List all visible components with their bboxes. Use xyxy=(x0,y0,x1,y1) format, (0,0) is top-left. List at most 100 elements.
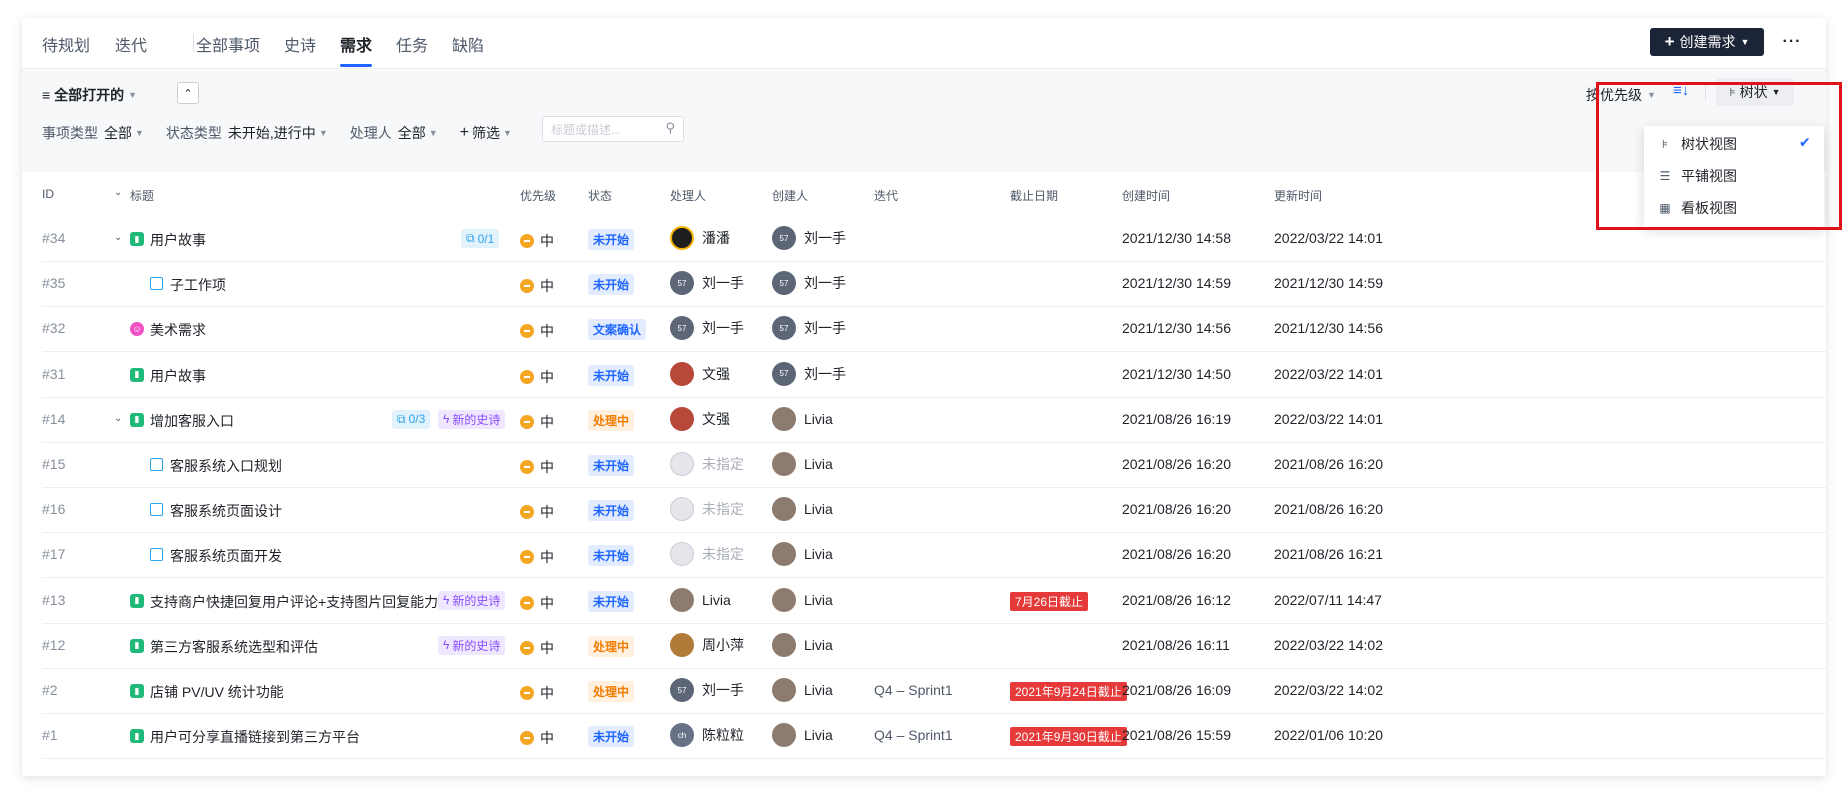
status-badge[interactable]: 未开始 xyxy=(588,274,635,296)
add-filter-button[interactable]: + 筛选 ▼ xyxy=(460,123,512,143)
status-badge[interactable]: 未开始 xyxy=(588,545,635,567)
priority-cell[interactable]: 中 xyxy=(520,593,554,613)
assignee-cell[interactable]: 周小萍 xyxy=(670,632,744,657)
collapse-filters-button[interactable]: ⌃ xyxy=(177,82,199,104)
assignee-cell[interactable]: 57 刘一手 xyxy=(670,678,744,702)
due-date-badge[interactable]: 2021年9月30日截止 xyxy=(1010,727,1127,747)
chevron-down-icon[interactable]: ⌄ xyxy=(114,413,122,424)
assignee-cell[interactable]: 未指定 xyxy=(670,497,744,522)
chevron-down-icon[interactable]: ⌄ xyxy=(114,232,122,243)
item-title[interactable]: 第三方客服系统选型和评估 xyxy=(150,637,318,657)
col-updated-time[interactable]: 更新时间 xyxy=(1274,187,1322,204)
table-row[interactable]: #35 子工作项 中 未开始 57 刘一手 57 刘一手 2021/12/30 14:59 202… xyxy=(42,261,1826,308)
table-row[interactable]: #13 ▮ 支持商户快捷回复用户评论+支持图片回复能力 ϟ 新的史诗中未开始 Livia L… xyxy=(42,578,1826,624)
assignee-cell[interactable]: Livia xyxy=(670,587,731,612)
status-badge[interactable]: 未开始 xyxy=(588,364,635,386)
assignee-cell[interactable]: 文强 xyxy=(670,361,730,386)
assignee-cell[interactable]: 未指定 xyxy=(670,542,744,567)
priority-cell[interactable]: 中 xyxy=(520,547,554,567)
create-requirement-button[interactable]: + 创建需求 ▼ xyxy=(1650,28,1764,56)
priority-cell[interactable]: 中 xyxy=(520,231,554,251)
item-title[interactable]: 支持商户快捷回复用户评论+支持图片回复能力 xyxy=(150,592,438,612)
view-filter-dropdown[interactable]: ≡ 全部打开的 ▼ xyxy=(42,85,137,105)
due-date-badge[interactable]: 7月26日截止 xyxy=(1010,591,1089,611)
table-row[interactable]: #31 ▮ 用户故事 中 未开始 文强 57 刘一手 2021/12/30 14:50 2022/… xyxy=(42,352,1826,398)
priority-cell[interactable]: 中 xyxy=(520,728,554,748)
state-type-filter[interactable]: 状态类型 未开始,进行中 ▼ xyxy=(166,123,328,143)
priority-cell[interactable]: 中 xyxy=(520,638,554,658)
filter-key: 事项类型 xyxy=(42,125,98,141)
col-assignee[interactable]: 处理人 xyxy=(670,187,706,204)
col-id[interactable]: ID xyxy=(42,187,54,201)
priority-cell[interactable]: 中 xyxy=(520,276,554,296)
item-title[interactable]: 用户可分享直播链接到第三方平台 xyxy=(150,727,360,747)
status-badge[interactable]: 未开始 xyxy=(588,500,635,522)
tab-defect[interactable]: 缺陷 xyxy=(452,32,484,56)
status-badge[interactable]: 未开始 xyxy=(588,726,635,748)
item-title[interactable]: 美术需求 xyxy=(150,320,206,340)
status-badge[interactable]: 未开始 xyxy=(588,455,635,476)
status-badge[interactable]: 处理中 xyxy=(588,681,635,702)
table-row[interactable]: #14 ⌄ ▮ 增加客服入口 ⧉ 0/3 ϟ 新的史诗 中 处理中 文强 Livia 2021/08/2… xyxy=(42,397,1826,443)
assignee-cell[interactable]: ch 陈粒粒 xyxy=(670,723,744,748)
priority-cell[interactable]: 中 xyxy=(520,457,554,477)
more-options-button[interactable]: ··· xyxy=(1778,28,1806,56)
tab-iteration[interactable]: 迭代 xyxy=(115,32,147,56)
epic-badge[interactable]: ϟ 新的史诗 xyxy=(438,409,506,429)
assignee-filter[interactable]: 处理人 全部 ▼ xyxy=(350,123,438,143)
tab-requirement[interactable]: 需求 xyxy=(340,32,372,56)
item-title[interactable]: 客服系统页面开发 xyxy=(170,546,282,566)
col-title[interactable]: 标题 xyxy=(130,187,154,204)
table-row[interactable]: #16 客服系统页面设计 中 未开始 未指定 Livia 2021/08/26 16:20 2… xyxy=(42,487,1826,534)
assignee-cell[interactable]: 未指定 xyxy=(670,452,744,476)
priority-cell[interactable]: 中 xyxy=(520,367,554,387)
table-row[interactable]: #12 ▮ 第三方客服系统选型和评估 ϟ 新的史诗 中 处理中 周小萍 Livia 2021/08… xyxy=(42,623,1826,669)
iteration-cell[interactable]: Q4 – Sprint1 xyxy=(874,727,953,743)
tab-backlog[interactable]: 待规划 xyxy=(42,32,90,56)
col-creator[interactable]: 创建人 xyxy=(772,187,808,204)
priority-cell[interactable]: 中 xyxy=(520,321,554,341)
table-row[interactable]: #17 客服系统页面开发 中 未开始 未指定 Livia 2021/08/26 16:20 2… xyxy=(42,532,1826,579)
priority-cell[interactable]: 中 xyxy=(520,683,554,703)
table-row[interactable]: #15 客服系统入口规划 中 未开始 未指定 Livia 2021/08/26 16:20 2… xyxy=(42,442,1826,488)
status-badge[interactable]: 未开始 xyxy=(588,590,635,612)
item-title[interactable]: 用户故事 xyxy=(150,230,206,250)
col-iteration[interactable]: 迭代 xyxy=(874,187,898,204)
item-title[interactable]: 客服系统入口规划 xyxy=(170,456,282,476)
iteration-cell[interactable]: Q4 – Sprint1 xyxy=(874,682,953,698)
priority-cell[interactable]: 中 xyxy=(520,412,554,432)
status-badge[interactable]: 未开始 xyxy=(588,229,635,250)
assignee-cell[interactable]: 57 刘一手 xyxy=(670,271,744,296)
subtask-progress-badge[interactable]: ⧉ 0/1 xyxy=(461,229,500,248)
collapse-all-icon[interactable]: ⌄ xyxy=(114,187,122,198)
subtask-progress-badge[interactable]: ⧉ 0/3 xyxy=(392,409,431,429)
status-badge[interactable]: 文案确认 xyxy=(588,319,647,341)
search-input[interactable]: 标题或描述... ⚲ xyxy=(542,116,684,142)
assignee-cell[interactable]: 57 刘一手 xyxy=(670,316,744,341)
table-row[interactable]: #1 ▮ 用户可分享直播链接到第三方平台 中 未开始 ch 陈粒粒 Livia Q4 – Spr… xyxy=(42,713,1826,760)
col-priority[interactable]: 优先级 xyxy=(520,187,556,204)
col-status[interactable]: 状态 xyxy=(588,187,612,204)
item-title[interactable]: 用户故事 xyxy=(150,366,206,386)
epic-badge[interactable]: ϟ 新的史诗 xyxy=(438,635,506,655)
assignee-cell[interactable]: 潘潘 xyxy=(670,226,730,250)
priority-cell[interactable]: 中 xyxy=(520,502,554,522)
status-badge[interactable]: 处理中 xyxy=(588,409,635,431)
tab-all-items[interactable]: 全部事项 xyxy=(196,32,260,56)
col-due-date[interactable]: 截止日期 xyxy=(1010,187,1058,204)
table-row[interactable]: #34 ⌄ ▮ 用户故事 ⧉ 0/1 中 未开始 潘潘 57 刘一手 2021/12/30 14:58… xyxy=(42,216,1826,262)
due-date-badge[interactable]: 2021年9月24日截止 xyxy=(1010,682,1127,701)
item-title[interactable]: 客服系统页面设计 xyxy=(170,501,282,521)
item-title[interactable]: 子工作项 xyxy=(170,275,226,295)
item-title[interactable]: 增加客服入口 xyxy=(150,411,234,431)
item-title[interactable]: 店铺 PV/UV 统计功能 xyxy=(150,682,284,702)
col-created-time[interactable]: 创建时间 xyxy=(1122,187,1170,204)
item-type-filter[interactable]: 事项类型 全部 ▼ xyxy=(42,123,144,143)
tab-epic[interactable]: 史诗 xyxy=(284,32,316,56)
tab-task[interactable]: 任务 xyxy=(396,32,428,56)
status-badge[interactable]: 处理中 xyxy=(588,635,635,657)
epic-badge[interactable]: ϟ 新的史诗 xyxy=(438,590,506,610)
table-row[interactable]: #2 ▮ 店铺 PV/UV 统计功能 中 处理中 57 刘一手 Livia Q4 – Sprin… xyxy=(42,668,1826,714)
assignee-cell[interactable]: 文强 xyxy=(670,406,730,431)
table-row[interactable]: #32 ☺ 美术需求 中 文案确认 57 刘一手 57 刘一手 2021/12/30 14:56 2… xyxy=(42,306,1826,353)
